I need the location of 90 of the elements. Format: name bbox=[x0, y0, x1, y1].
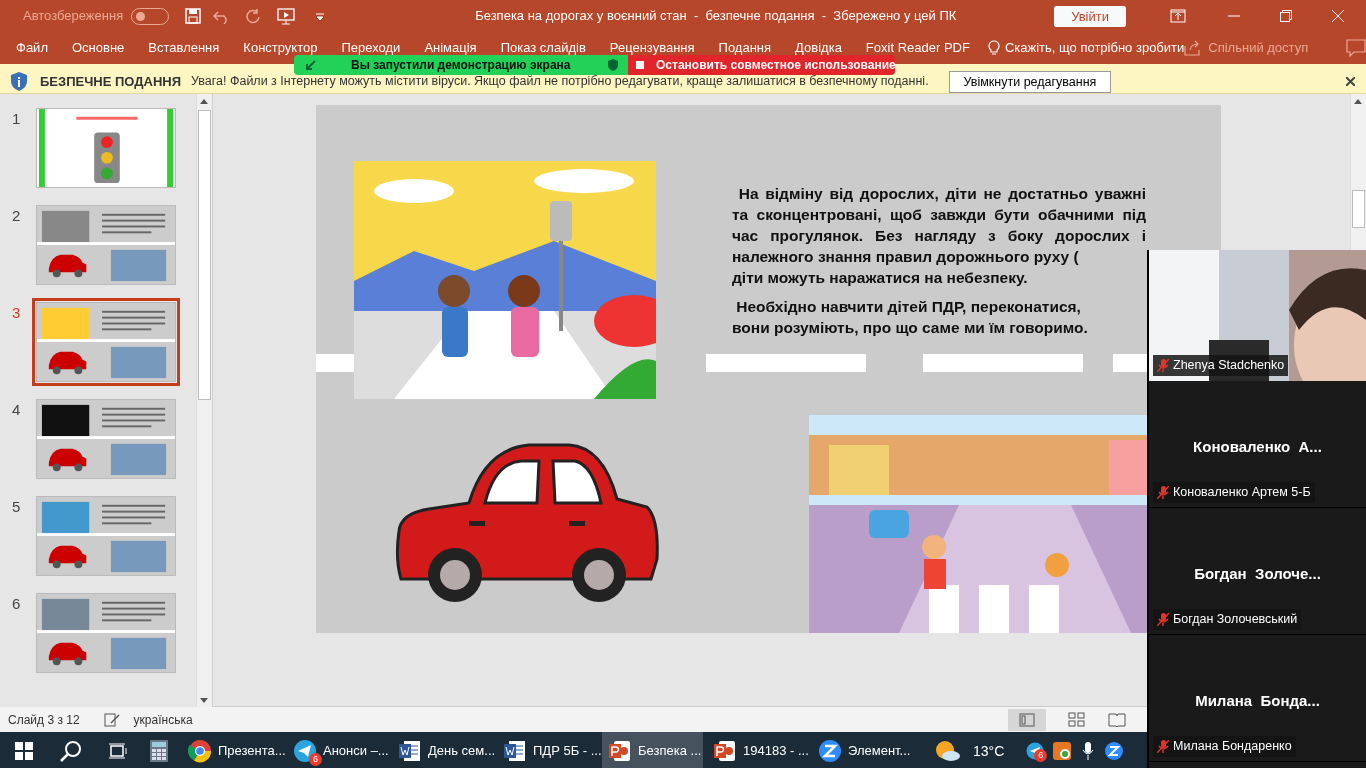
stop-share-button[interactable]: Остановить совместное использование bbox=[628, 55, 895, 75]
share-button[interactable]: Спільний доступ bbox=[1208, 38, 1309, 58]
microphone-icon[interactable] bbox=[1082, 742, 1095, 760]
ribbon-tab[interactable]: Показ слайдів bbox=[488, 38, 598, 58]
normal-view-icon[interactable] bbox=[1008, 708, 1046, 731]
taskbar-app[interactable]: Анонси –... 6 bbox=[287, 732, 388, 768]
slide-number: 5 bbox=[12, 497, 22, 517]
shield-icon bbox=[608, 59, 618, 71]
sign-in-button[interactable]: Увійти bbox=[1054, 5, 1126, 27]
participant-name: Милана Бонда... bbox=[1194, 691, 1321, 711]
slide-paragraph: Необхідно навчити дітей ПДР, переконатися, bbox=[735, 297, 1082, 317]
participant-label: Милана Бондаренко bbox=[1153, 736, 1296, 757]
taskbar-app[interactable]: 194183 - ... bbox=[707, 732, 808, 768]
participant-label: Богдан Золочевський bbox=[1153, 609, 1302, 630]
notification-badge: 6 bbox=[1034, 749, 1048, 762]
weather-icon[interactable] bbox=[935, 740, 961, 762]
reading-view-icon[interactable] bbox=[1108, 711, 1126, 728]
restore-icon[interactable] bbox=[1280, 10, 1292, 22]
calculator-icon[interactable] bbox=[150, 740, 168, 762]
slide-number: 2 bbox=[12, 206, 22, 226]
enable-editing-button[interactable]: Увімкнути редагування bbox=[948, 70, 1112, 93]
taskbar-app[interactable]: Элемент... bbox=[812, 732, 913, 768]
taskbar-app[interactable]: Презента... bbox=[182, 732, 283, 768]
slide-thumbnail[interactable] bbox=[36, 399, 176, 479]
slide-paragraph: діти можуть наражатися на небезпеку. bbox=[732, 268, 1029, 288]
more-icon[interactable] bbox=[315, 11, 326, 21]
slide-thumbnail[interactable] bbox=[36, 496, 176, 576]
presentation-icon bbox=[608, 739, 632, 763]
tell-me-field[interactable]: Скажіть, що потрібно зробити bbox=[1004, 38, 1185, 58]
ribbon-tab[interactable]: Рецензування bbox=[597, 38, 707, 58]
window-title: Безпека на дорогах у воєнний стан - безпечне подання - Збережено у цей ПК bbox=[475, 7, 957, 26]
slide-counter: Слайд 3 з 12 bbox=[8, 711, 80, 729]
temperature-label[interactable]: 13°C bbox=[973, 740, 1005, 762]
document-icon bbox=[503, 739, 527, 763]
redo-icon[interactable] bbox=[245, 8, 262, 24]
taskbar-app[interactable]: Безпека ... bbox=[602, 732, 703, 768]
windows-start-icon[interactable] bbox=[15, 742, 33, 760]
shield-icon bbox=[11, 72, 27, 91]
scroll-up-icon[interactable] bbox=[1354, 98, 1362, 104]
ribbon-tab[interactable]: Вставлення bbox=[136, 38, 232, 58]
ribbon-tab[interactable]: Анімація bbox=[412, 38, 489, 58]
slide-number: 4 bbox=[12, 400, 22, 420]
slide-paragraph: вони розуміють, про що саме ми їм говоримо. bbox=[732, 318, 1089, 338]
taskbar-app[interactable]: День сем... bbox=[392, 732, 493, 768]
notes-icon[interactable] bbox=[103, 712, 120, 727]
close-icon[interactable] bbox=[1346, 77, 1355, 86]
message-title: БЕЗПЕЧНЕ ПОДАННЯ bbox=[40, 72, 182, 91]
task-view-icon[interactable] bbox=[109, 742, 127, 760]
autosave-label: Автозбереження bbox=[23, 7, 124, 26]
document-icon bbox=[398, 739, 422, 763]
stop-icon bbox=[636, 61, 644, 69]
search-icon[interactable] bbox=[60, 740, 82, 762]
save-icon[interactable] bbox=[185, 8, 202, 24]
slide-thumbnail[interactable] bbox=[36, 108, 176, 188]
scroll-down-icon[interactable] bbox=[200, 697, 208, 703]
lightbulb-icon[interactable] bbox=[987, 40, 1000, 56]
ribbon-display-icon[interactable] bbox=[1170, 9, 1186, 23]
participant-label: Zhenya Stadchenko bbox=[1153, 355, 1289, 376]
browser-icon bbox=[188, 739, 212, 763]
update-icon[interactable] bbox=[1053, 742, 1072, 760]
screen-share-status: Вы запустили демонстрацию экрана bbox=[351, 57, 571, 74]
road-marking bbox=[316, 354, 354, 372]
video-app-icon[interactable] bbox=[1105, 742, 1124, 760]
video-app-icon bbox=[818, 739, 842, 763]
share-icon[interactable] bbox=[1184, 40, 1203, 56]
participant-label: Коноваленко Артем 5-Б bbox=[1153, 482, 1315, 503]
paper-plane-icon bbox=[293, 739, 317, 763]
slide-number: 1 bbox=[12, 109, 22, 129]
message-text: Увага! Файли з Інтернету можуть містити віруси. Якщо файл не потрібно редагувати, краще залишатися в безпечному поданні. bbox=[191, 73, 929, 91]
presentation-icon[interactable] bbox=[277, 7, 298, 25]
slide-thumbnail[interactable] bbox=[36, 205, 176, 285]
language-indicator[interactable]: українська bbox=[133, 710, 193, 729]
ribbon-tab[interactable]: Конструктор bbox=[231, 38, 330, 58]
slide-number: 3 bbox=[12, 303, 22, 323]
ribbon-tab[interactable]: Подання bbox=[706, 38, 784, 58]
ribbon-tab[interactable]: Основне bbox=[59, 38, 137, 58]
scrollbar-thumb[interactable] bbox=[198, 110, 211, 400]
slide-thumbnail[interactable] bbox=[36, 593, 176, 673]
ribbon-tab[interactable]: Переходи bbox=[329, 38, 413, 58]
slide-number: 6 bbox=[12, 594, 22, 614]
ribbon-tab[interactable]: Файл bbox=[4, 38, 60, 58]
presentation-icon bbox=[713, 739, 737, 763]
scrollbar-thumb[interactable] bbox=[1352, 190, 1365, 228]
scroll-up-icon[interactable] bbox=[200, 98, 208, 104]
participant-name: Коноваленко А... bbox=[1192, 437, 1323, 457]
slide-sorter-icon[interactable] bbox=[1068, 711, 1086, 728]
notification-badge: 6 bbox=[309, 753, 322, 766]
ribbon-tab[interactable]: Foxit Reader PDF bbox=[853, 38, 982, 58]
participant-name: Богдан Золоче... bbox=[1193, 564, 1322, 584]
ribbon-tab[interactable]: Довідка bbox=[783, 38, 854, 58]
